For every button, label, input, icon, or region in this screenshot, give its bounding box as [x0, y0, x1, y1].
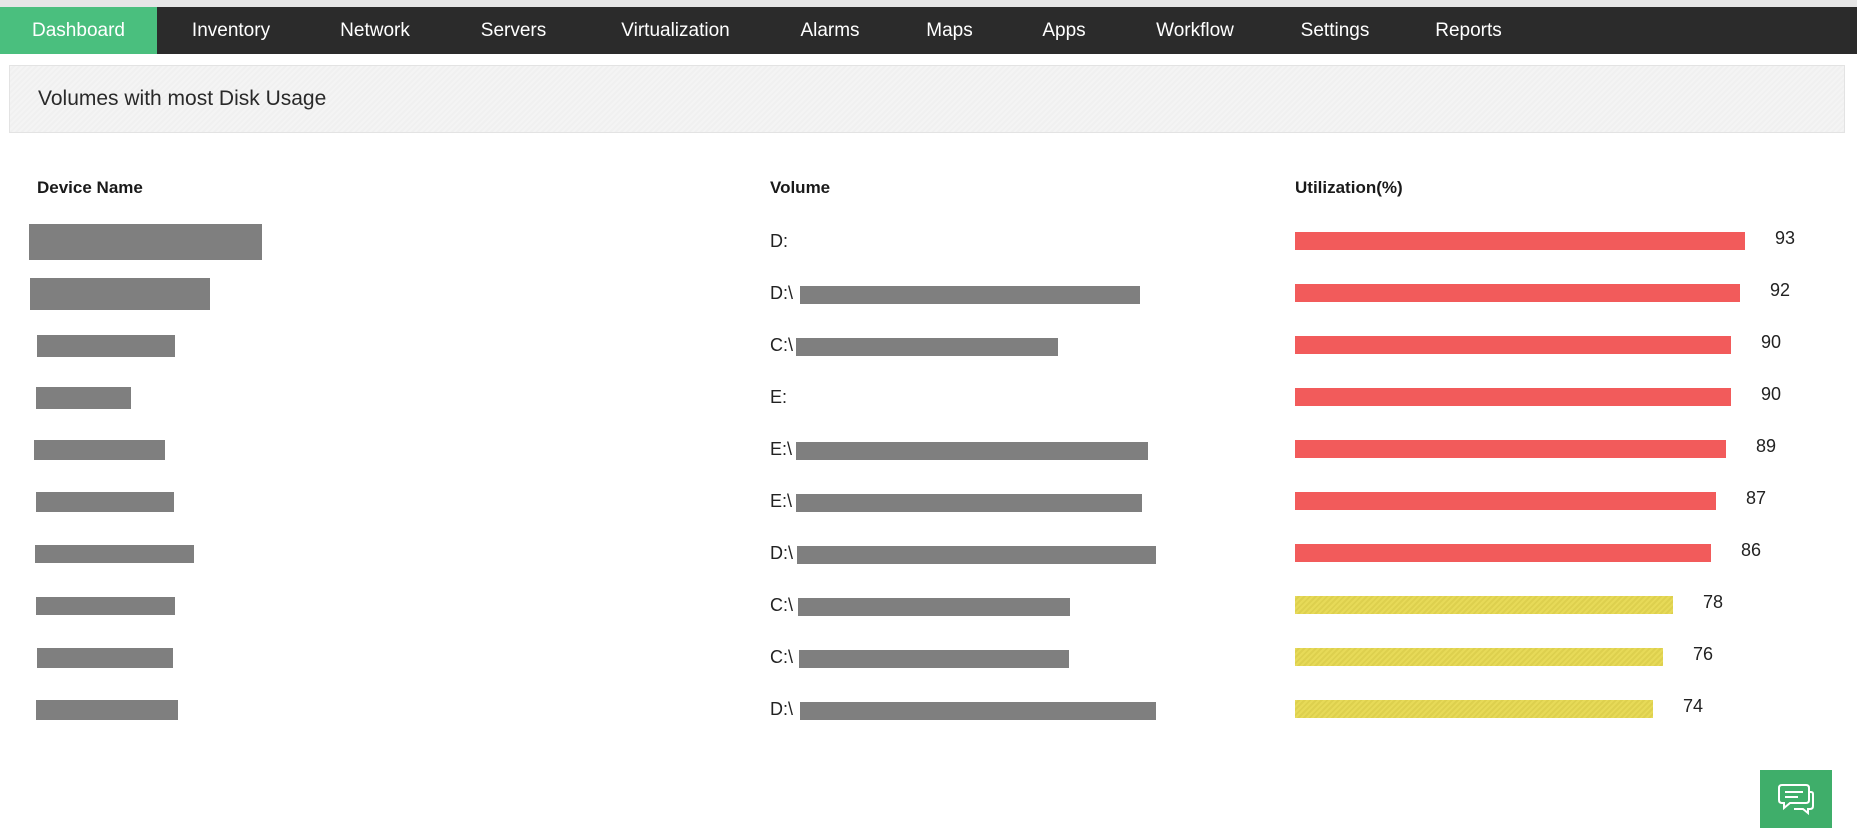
volume-prefix: D:	[770, 231, 788, 251]
device-name-redacted[interactable]	[37, 648, 173, 668]
utilization-bar[interactable]	[1295, 700, 1653, 718]
nav-tab-apps[interactable]: Apps	[1008, 7, 1120, 54]
volume-path-redacted	[796, 338, 1058, 356]
main-nav: Dashboard Inventory Network Servers Virt…	[0, 7, 1857, 54]
window-top-strip	[0, 0, 1857, 7]
table-row: D: 93	[0, 214, 1857, 266]
utilization-bar[interactable]	[1295, 648, 1663, 666]
nav-tab-dashboard[interactable]: Dashboard	[0, 7, 157, 54]
nav-tab-network[interactable]: Network	[305, 7, 445, 54]
chat-button[interactable]	[1760, 770, 1832, 828]
table-row: D:\ 74	[0, 682, 1857, 734]
utilization-bar[interactable]	[1295, 388, 1731, 406]
utilization-value: 76	[1693, 644, 1714, 664]
utilization-value: 90	[1761, 332, 1782, 352]
volume-prefix: C:\	[770, 647, 794, 667]
chat-bubble-icon	[1778, 784, 1814, 816]
utilization-value: 93	[1775, 228, 1796, 248]
volume-prefix: D:\	[770, 699, 794, 719]
utilization-value: 89	[1756, 436, 1777, 456]
nav-tab-maps[interactable]: Maps	[891, 7, 1008, 54]
utilization-value: 92	[1770, 280, 1791, 300]
table-row: C:\ 90	[0, 318, 1857, 370]
volume-path-redacted	[799, 650, 1069, 668]
utilization-bar[interactable]	[1295, 440, 1726, 458]
volume-prefix: E:\	[770, 439, 793, 459]
volume-path-redacted	[796, 494, 1142, 512]
device-name-redacted[interactable]	[36, 387, 131, 409]
nav-tab-servers[interactable]: Servers	[445, 7, 582, 54]
utilization-bar[interactable]	[1295, 284, 1740, 302]
device-name-redacted[interactable]	[35, 545, 194, 563]
nav-tab-alarms[interactable]: Alarms	[769, 7, 891, 54]
volume-path-redacted	[798, 598, 1070, 616]
table-row: C:\ 78	[0, 578, 1857, 630]
volume-path-redacted	[800, 286, 1140, 304]
volume-prefix: D:\	[770, 283, 794, 303]
table-row: E: 90	[0, 370, 1857, 422]
column-header-device: Device Name	[37, 178, 143, 197]
widget-title: Volumes with most Disk Usage	[38, 87, 327, 110]
column-header-utilization: Utilization(%)	[1295, 178, 1403, 197]
volume-prefix: C:\	[770, 335, 794, 355]
nav-tab-inventory[interactable]: Inventory	[157, 7, 305, 54]
device-name-redacted[interactable]	[30, 278, 210, 310]
utilization-value: 90	[1761, 384, 1782, 404]
table-row: C:\ 76	[0, 630, 1857, 682]
table-row: D:\ 86	[0, 526, 1857, 578]
nav-tab-reports[interactable]: Reports	[1400, 7, 1537, 54]
device-name-redacted[interactable]	[36, 700, 178, 720]
column-header-volume: Volume	[770, 178, 831, 197]
volume-prefix: E:	[770, 387, 788, 407]
table-row: E:\ 87	[0, 474, 1857, 526]
device-name-redacted[interactable]	[37, 335, 175, 357]
volume-prefix: D:\	[770, 543, 794, 563]
utilization-bar[interactable]	[1295, 544, 1711, 562]
utilization-value: 87	[1746, 488, 1767, 508]
device-name-redacted[interactable]	[36, 597, 175, 615]
volume-prefix: C:\	[770, 595, 794, 615]
nav-tab-virtualization[interactable]: Virtualization	[582, 7, 769, 54]
volume-path-redacted	[797, 546, 1156, 564]
utilization-value: 86	[1741, 540, 1762, 560]
volume-path-redacted	[796, 442, 1148, 460]
utilization-bar[interactable]	[1295, 336, 1731, 354]
utilization-bar[interactable]	[1295, 492, 1716, 510]
nav-tab-settings[interactable]: Settings	[1270, 7, 1400, 54]
device-name-redacted[interactable]	[29, 224, 262, 260]
device-name-redacted[interactable]	[36, 492, 174, 512]
widget-title-bar: Volumes with most Disk Usage	[9, 65, 1845, 133]
device-name-redacted[interactable]	[34, 440, 165, 460]
utilization-bar[interactable]	[1295, 596, 1673, 614]
table-row: D:\ 92	[0, 266, 1857, 318]
utilization-bar[interactable]	[1295, 232, 1745, 250]
volume-path-redacted	[800, 702, 1156, 720]
utilization-value: 74	[1683, 696, 1704, 716]
utilization-value: 78	[1703, 592, 1724, 612]
nav-tab-workflow[interactable]: Workflow	[1120, 7, 1270, 54]
table-row: E:\ 89	[0, 422, 1857, 474]
volume-prefix: E:\	[770, 491, 793, 511]
